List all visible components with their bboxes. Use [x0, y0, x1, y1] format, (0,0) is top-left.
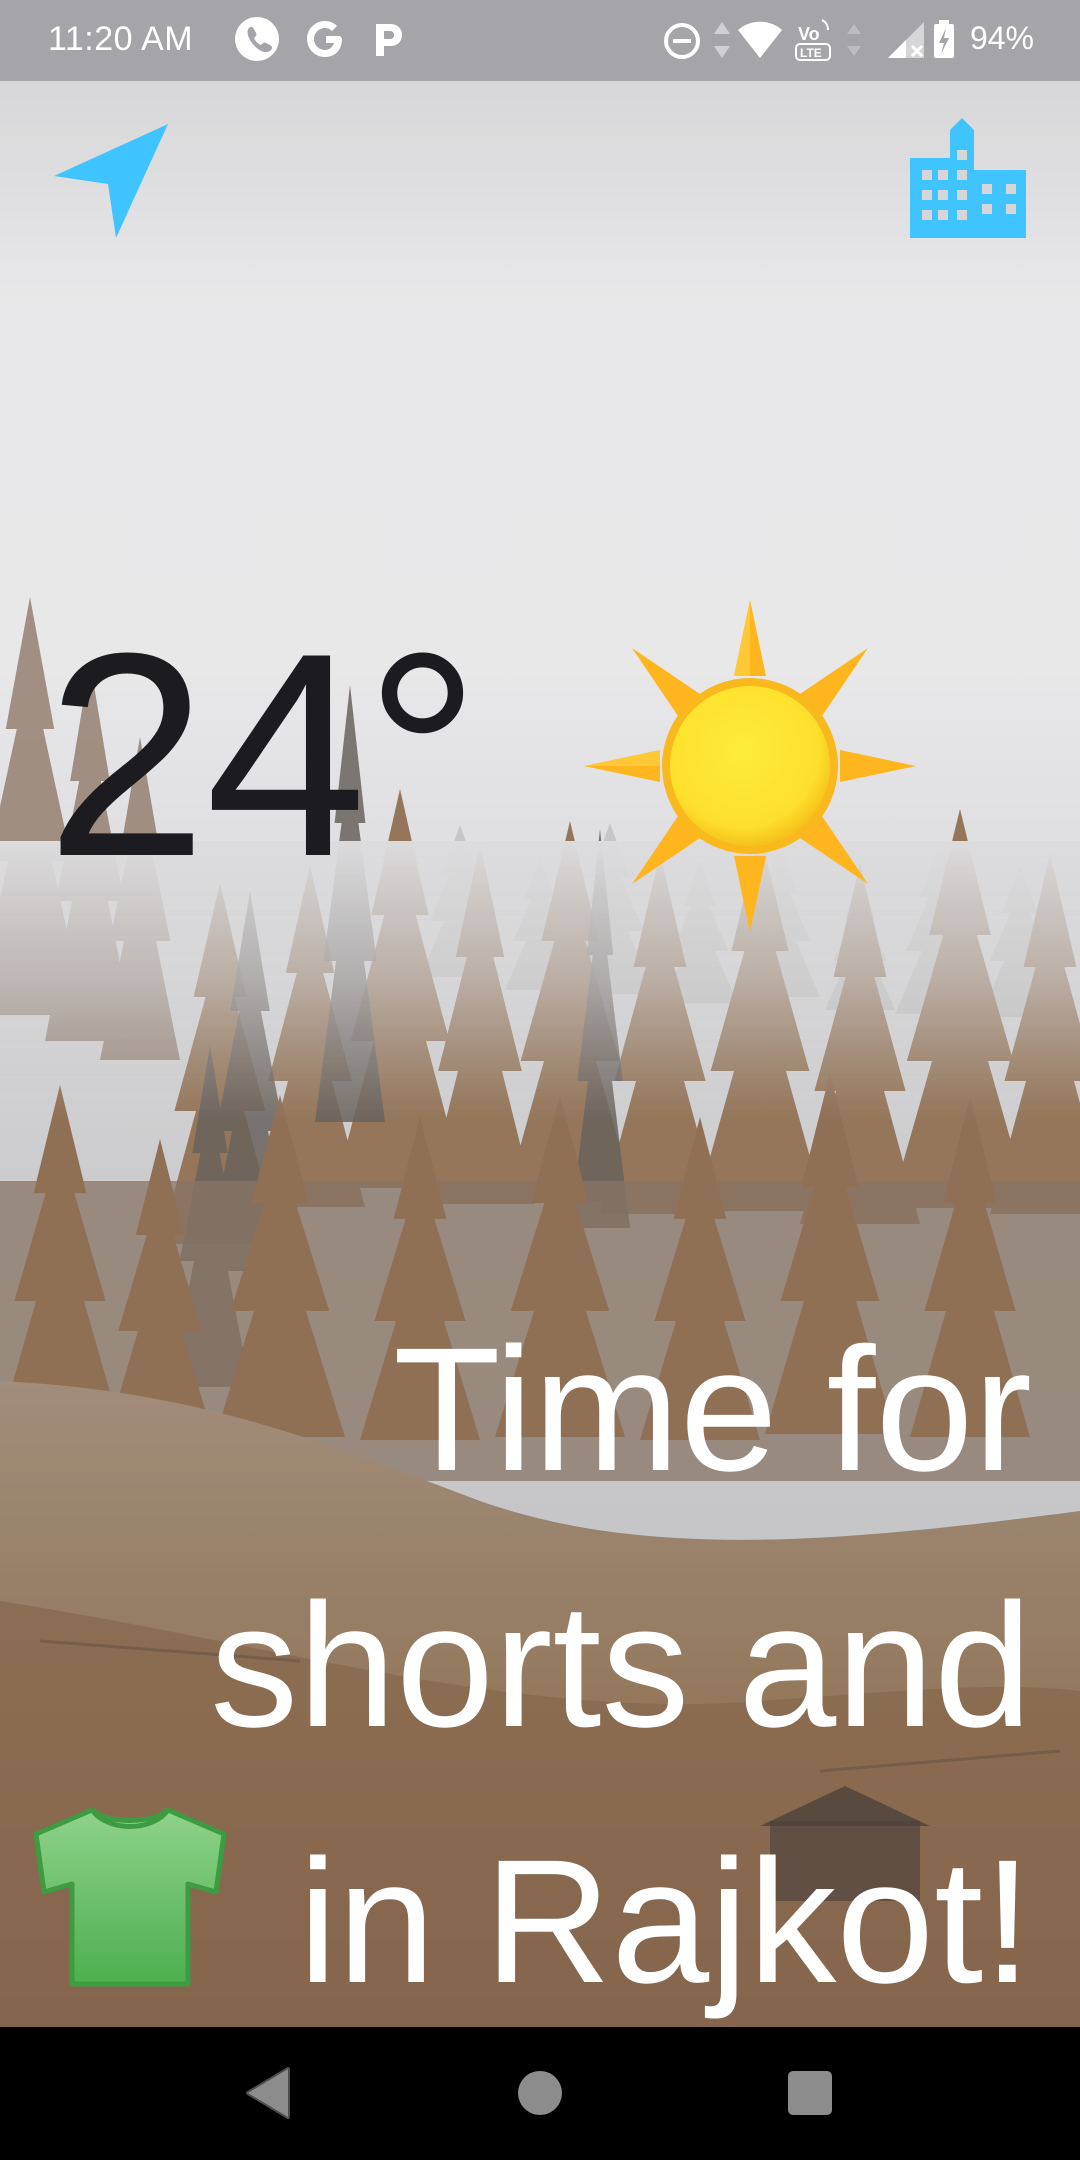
volte-icon: Vo LTE	[795, 19, 831, 61]
city-icon[interactable]	[910, 118, 1026, 238]
svg-text:Vo: Vo	[798, 24, 820, 44]
temperature-value: 24°	[46, 593, 481, 917]
t-shirt-icon	[33, 1807, 227, 1987]
svg-text:LTE: LTE	[800, 46, 822, 60]
parking-icon	[376, 24, 402, 56]
battery-charging-icon	[934, 20, 954, 58]
data-arrows-icon	[847, 24, 861, 56]
message-line-1: Time for	[393, 1312, 1032, 1508]
sun-icon	[584, 600, 916, 932]
battery-percent: 94%	[969, 20, 1034, 56]
wifi-icon	[738, 21, 782, 58]
recents-icon[interactable]	[782, 2065, 838, 2121]
back-icon[interactable]	[240, 2065, 296, 2121]
status-time: 11:20 AM	[48, 20, 194, 58]
phone-icon	[235, 17, 279, 61]
home-icon[interactable]	[512, 2065, 568, 2121]
data-arrows-icon	[714, 22, 730, 58]
message-line-2: shorts and	[210, 1568, 1032, 1764]
navigation-arrow-icon[interactable]	[52, 122, 170, 240]
weather-screen: 11:20 AM Vo LTE 94% 24° Time for shorts …	[0, 0, 1080, 2160]
signal-icon	[888, 22, 924, 58]
status-bar: 11:20 AM Vo LTE 94%	[0, 0, 1080, 81]
navigation-bar	[0, 2027, 1080, 2160]
google-icon	[307, 21, 342, 57]
do-not-disturb-icon	[664, 23, 700, 59]
